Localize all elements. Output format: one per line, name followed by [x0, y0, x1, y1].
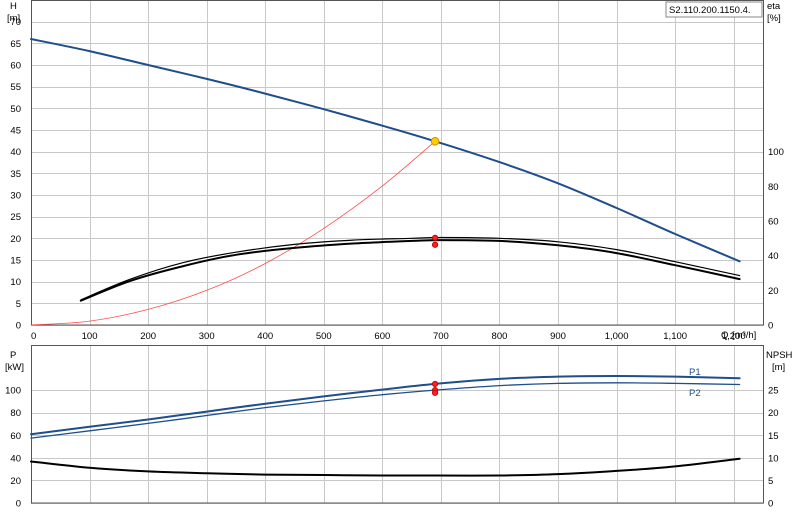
p2-series-label: P2	[689, 388, 701, 399]
head-left-tick-label: 50	[10, 104, 21, 115]
power-right-tick-label: 10	[768, 453, 779, 464]
series-npsh	[30, 457, 741, 477]
head-left-tick-label: 45	[10, 126, 21, 137]
npsh-axis-label: NPSH	[766, 350, 793, 361]
flow-tick-label: 400	[257, 331, 273, 342]
power-left-tick-label: 0	[16, 499, 21, 510]
head-right-tick-label: 100	[768, 147, 784, 158]
duty-point-p1	[431, 380, 439, 388]
head-right-tick-label: 80	[768, 182, 779, 193]
series-eta	[79, 239, 741, 302]
power-left-tick-label: 40	[10, 453, 21, 464]
npsh-axis-unit: [m]	[772, 362, 785, 373]
head-right-tick-label: 40	[768, 251, 779, 262]
power-right-tick-label: 20	[768, 408, 779, 419]
flow-tick-label: 500	[316, 331, 332, 342]
series-p2	[30, 382, 741, 439]
head-left-tick-label: 65	[10, 39, 21, 50]
pump-performance-chart: 0 100 200 300 400 500 600 700 800 900 1,000 1,100 1,…	[5, 0, 793, 510]
flow-tick-label: 100	[82, 331, 98, 342]
model-label: S2.110.200.1150.4.	[669, 5, 751, 16]
power-right-tick-label: 0	[768, 499, 773, 510]
flow-tick-label: 800	[492, 331, 508, 342]
head-left-tick-label: 25	[10, 212, 21, 223]
head-left-tick-label: 5	[16, 299, 21, 310]
power-left-tick-label: 80	[10, 408, 21, 419]
flow-tick-label: 200	[140, 331, 156, 342]
flow-axis-label: Q	[721, 330, 728, 341]
efficiency-axis-label: eta	[767, 1, 781, 12]
flow-tick-label: 0	[31, 331, 36, 342]
duty-point-eta	[431, 241, 439, 248]
head-left-tick-label: 10	[10, 277, 21, 288]
duty-point-h	[430, 136, 440, 146]
flow-tick-label: 600	[374, 331, 390, 342]
power-right-tick-label: 15	[768, 431, 779, 442]
series-eta-total	[80, 236, 741, 301]
head-efficiency-chart: 0 100 200 300 400 500 600 700 800 900 1,000 1,100 1,…	[7, 0, 784, 342]
power-left-tick-label: 60	[10, 431, 21, 442]
head-left-tick-label: 55	[10, 82, 21, 93]
flow-tick-label: 700	[433, 331, 449, 342]
head-left-tick-label: 60	[10, 61, 21, 72]
power-chart-ticks: 0 20 40 60 80 100 0 5 10 15 20 25	[5, 386, 778, 510]
head-left-tick-label: 0	[16, 321, 21, 332]
head-left-tick-label: 20	[10, 234, 21, 245]
head-left-tick-label: 40	[10, 147, 21, 158]
series-system-curve	[30, 140, 436, 326]
power-axis-label: P	[10, 350, 16, 361]
series-h	[30, 38, 741, 263]
head-left-tick-label: 30	[10, 191, 21, 202]
power-right-tick-label: 5	[768, 476, 773, 487]
power-axis-unit: [kW]	[5, 362, 24, 373]
head-left-tick-label: 15	[10, 256, 21, 267]
power-left-tick-label: 100	[5, 386, 21, 397]
head-left-tick-label: 35	[10, 169, 21, 180]
head-right-tick-label: 60	[768, 217, 779, 228]
power-npsh-chart: 0 20 40 60 80 100 0 5 10 15 20 25 P [kW] NPSH [m] P…	[5, 345, 793, 510]
power-chart-points	[431, 380, 439, 396]
flow-tick-label: 1,100	[663, 331, 687, 342]
head-axis-label: H	[10, 1, 17, 12]
flow-tick-label: 300	[199, 331, 215, 342]
efficiency-axis-unit: [%]	[767, 13, 781, 24]
head-chart-points	[430, 136, 440, 248]
duty-point-eta-total	[431, 234, 439, 241]
series-p1	[30, 375, 741, 436]
head-right-tick-label: 0	[768, 321, 773, 332]
flow-tick-label: 1,000	[605, 331, 629, 342]
p1-series-label: P1	[689, 367, 701, 378]
flow-tick-label: 900	[550, 331, 566, 342]
head-axis-unit: [m]	[7, 13, 20, 24]
power-left-tick-label: 20	[10, 476, 21, 487]
flow-axis-unit: [m³/h]	[732, 330, 756, 341]
duty-point-npsh	[431, 389, 439, 396]
head-right-tick-label: 20	[768, 286, 779, 297]
power-right-tick-label: 25	[768, 386, 779, 397]
